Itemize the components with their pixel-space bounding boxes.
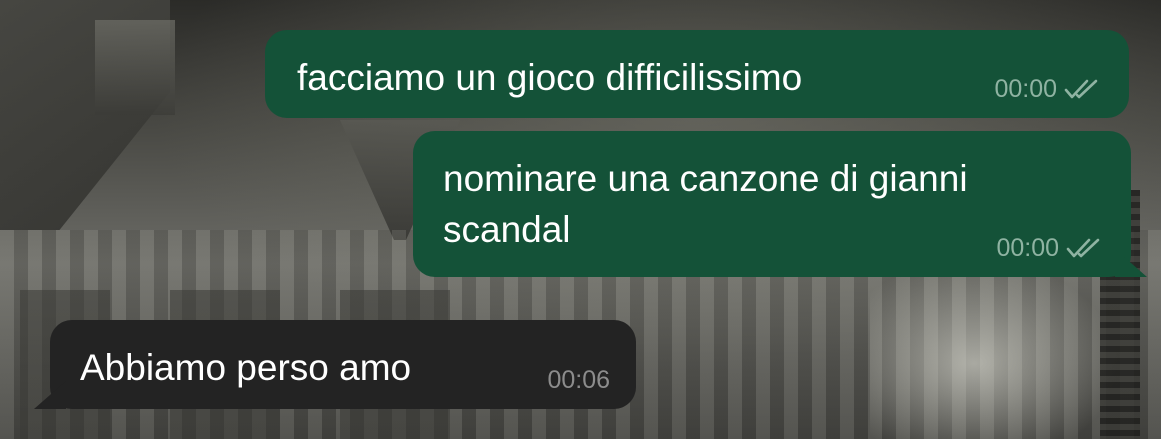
message-text: nominare una canzone di gianni scandal [443,158,968,250]
message-text: Abbiamo perso amo [80,347,412,388]
chat-view: facciamo un gioco difficilissimo 00:00 n… [0,0,1161,439]
message-bubble-outgoing[interactable]: facciamo un gioco difficilissimo 00:00 [265,30,1129,118]
message-bubble-incoming[interactable]: Abbiamo perso amo 00:06 [34,320,636,409]
message-bubble-outgoing[interactable]: nominare una canzone di gianni scandal 0… [413,131,1147,277]
message-time: 00:00 [994,75,1057,103]
message-text: facciamo un gioco difficilissimo [297,57,803,98]
wallpaper-stage-light [870,250,1130,439]
wallpaper-box [95,20,175,115]
double-check-read-icon [1066,238,1100,258]
message-meta: 00:06 [547,365,610,395]
double-check-read-icon [1064,79,1098,99]
message-time: 00:06 [547,366,610,394]
message-time: 00:00 [996,234,1059,262]
message-meta: 00:00 [996,233,1105,263]
message-meta: 00:00 [994,74,1103,104]
